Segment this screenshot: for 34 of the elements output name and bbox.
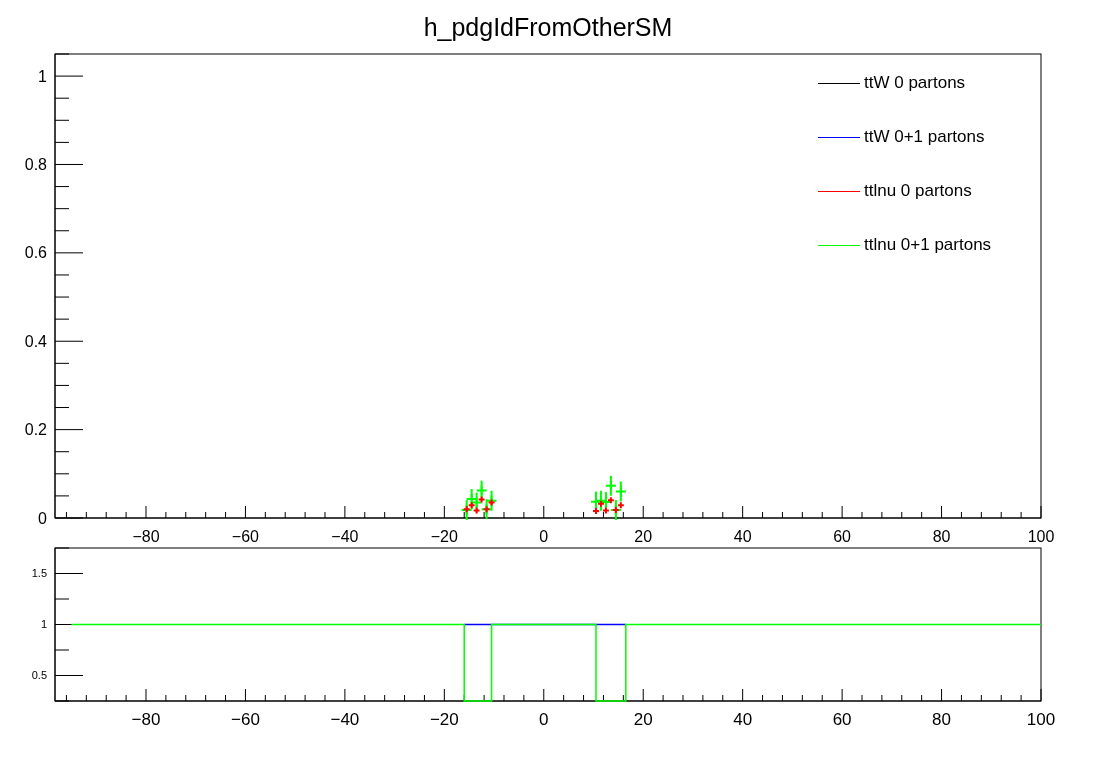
y-tick-label: 0.5 [31, 669, 47, 682]
legend-label: ttW 0 partons [864, 72, 966, 95]
y-tick-label: 0.6 [24, 244, 47, 262]
plot-title: h_pdgIdFromOtherSM [423, 15, 673, 40]
y-tick-label: 1 [40, 618, 47, 631]
x-tick-label: 0 [539, 710, 549, 729]
legend-label: ttlnu 0+1 partons [864, 234, 992, 257]
x-tick-label: 60 [832, 710, 852, 729]
y-tick-label: 1.5 [31, 567, 47, 580]
x-tick-label: 100 [1026, 710, 1056, 729]
x-tick-label: −80 [131, 710, 161, 729]
x-tick-label: −20 [429, 710, 459, 729]
legend-label: ttlnu 0 partons [864, 180, 972, 203]
x-tick-label: −60 [231, 528, 259, 545]
x-tick-label: −80 [132, 528, 160, 545]
x-tick-label: −60 [231, 710, 260, 729]
y-tick-label: 0 [38, 509, 47, 527]
x-tick-label: −20 [430, 528, 458, 545]
y-tick-label: 0.4 [24, 332, 47, 350]
x-tick-label: 60 [833, 528, 851, 545]
y-tick-label: 0.2 [24, 421, 47, 439]
x-tick-label: 0 [539, 528, 549, 545]
y-tick-label: 0.8 [24, 156, 47, 174]
x-tick-label: −40 [330, 710, 360, 729]
x-tick-label: 20 [634, 528, 653, 545]
x-tick-label: 80 [932, 710, 951, 729]
y-tick-label: 1 [38, 67, 47, 85]
x-tick-label: 100 [1027, 528, 1055, 545]
x-tick-label: 40 [733, 710, 753, 729]
x-tick-label: −40 [331, 528, 359, 545]
x-tick-label: 80 [932, 528, 951, 545]
x-tick-label: 20 [633, 710, 653, 729]
x-tick-label: 40 [733, 528, 752, 545]
legend-label: ttW 0+1 partons [864, 126, 985, 149]
